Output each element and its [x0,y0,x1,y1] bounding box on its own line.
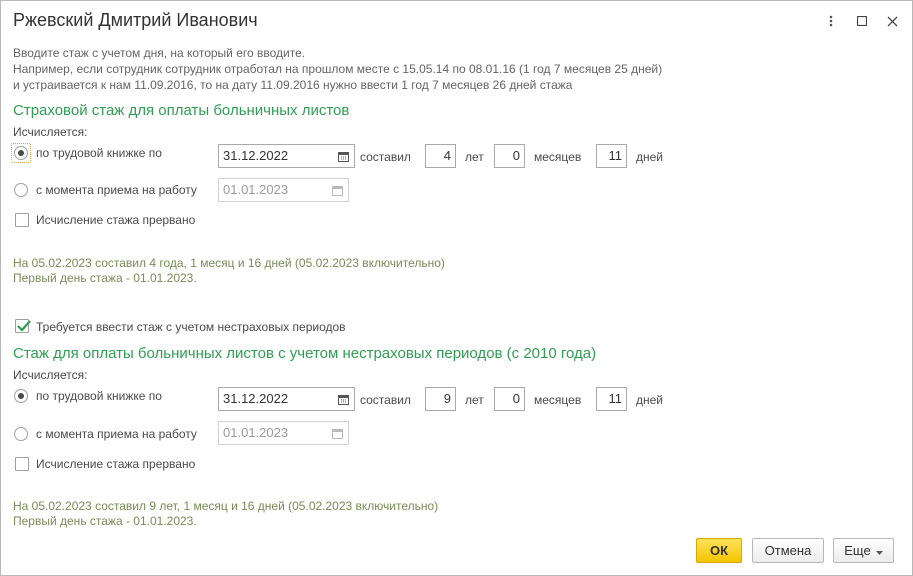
cancel-button[interactable]: Отмена [752,538,824,563]
section1-info-line-1: На 05.02.2023 составил 4 года, 1 месяц и… [13,256,445,270]
section1-interrupted-checkbox[interactable] [15,213,29,227]
section2-days-input[interactable]: 11 [596,387,627,411]
section1-info-line-2: Первый день стажа - 01.01.2023. [13,271,197,285]
maximize-icon[interactable] [854,13,870,29]
section2-radio-hire-label[interactable]: с момента приема на работу [36,427,197,441]
section2-hire-date-field: 01.01.2023 [218,421,349,445]
section2-years-label: лет [465,393,484,407]
section2-workbook-date-value: 31.12.2022 [223,391,289,406]
section2-workbook-date-field[interactable]: 31.12.2022 [218,387,355,411]
section2-radio-workbook-label[interactable]: по трудовой книжке по [36,389,162,403]
section1-radio-workbook[interactable] [14,146,28,160]
section1-days-label: дней [636,150,664,164]
section1-years-label: лет [465,150,484,164]
section1-title: Страховой стаж для оплаты больничных лис… [13,102,350,119]
section1-interrupted-label[interactable]: Исчисление стажа прервано [36,213,195,227]
section1-months-label: месяцев [534,150,582,164]
section1-hire-date-value: 01.01.2023 [223,182,289,197]
section2-radio-hire[interactable] [14,427,28,441]
section2-days-label: дней [636,393,664,407]
section2-hire-date-value: 01.01.2023 [223,425,289,440]
more-button[interactable]: Еще [833,538,894,563]
section1-months-input[interactable]: 0 [494,144,525,168]
hint-line-2: Например, если сотрудник сотрудник отраб… [13,62,663,76]
calendar-icon [326,179,348,201]
nonins-checkbox[interactable] [15,319,31,333]
section2-calculated-label: Исчисляется: [13,368,88,382]
calendar-icon[interactable] [332,388,354,410]
section2-title: Стаж для оплаты больничных листов с учет… [13,345,597,362]
nonins-checkbox-label[interactable]: Требуется ввести стаж с учетом нестрахов… [36,320,346,334]
section1-composed-label: составил [360,150,411,164]
window-title: Ржевский Дмитрий Иванович [13,10,258,30]
caret-down-icon [875,543,883,558]
section2-months-label: месяцев [534,393,582,407]
section2-info-line-2: Первый день стажа - 01.01.2023. [13,514,197,528]
hint-line-3: и устраивается к нам 11.09.2016, то на д… [13,78,573,92]
section2-radio-workbook[interactable] [14,389,28,403]
section2-months-input[interactable]: 0 [494,387,525,411]
section2-info-line-1: На 05.02.2023 составил 9 лет, 1 месяц и … [13,499,439,513]
section1-radio-hire-label[interactable]: с момента приема на работу [36,183,197,197]
section1-workbook-date-value: 31.12.2022 [223,148,289,163]
section2-interrupted-checkbox[interactable] [15,457,29,471]
section2-interrupted-label[interactable]: Исчисление стажа прервано [36,457,195,471]
dialog-window: Ржевский Дмитрий Иванович Вводите стаж с… [0,0,913,576]
section1-radio-workbook-label[interactable]: по трудовой книжке по [36,146,162,160]
more-button-label: Еще [844,543,871,558]
section1-workbook-date-field[interactable]: 31.12.2022 [218,144,355,168]
ok-button[interactable]: ОК [696,538,742,563]
more-vertical-icon[interactable] [823,13,839,29]
section2-composed-label: составил [360,393,411,407]
close-icon[interactable] [884,13,900,29]
section1-hire-date-field: 01.01.2023 [218,178,349,202]
section1-days-input[interactable]: 11 [596,144,627,168]
section2-years-input[interactable]: 9 [425,387,456,411]
calendar-icon [326,422,348,444]
section1-calculated-label: Исчисляется: [13,125,88,139]
hint-line-1: Вводите стаж с учетом дня, на который ег… [13,46,306,60]
calendar-icon[interactable] [332,145,354,167]
section1-years-input[interactable]: 4 [425,144,456,168]
section1-radio-hire[interactable] [14,183,28,197]
